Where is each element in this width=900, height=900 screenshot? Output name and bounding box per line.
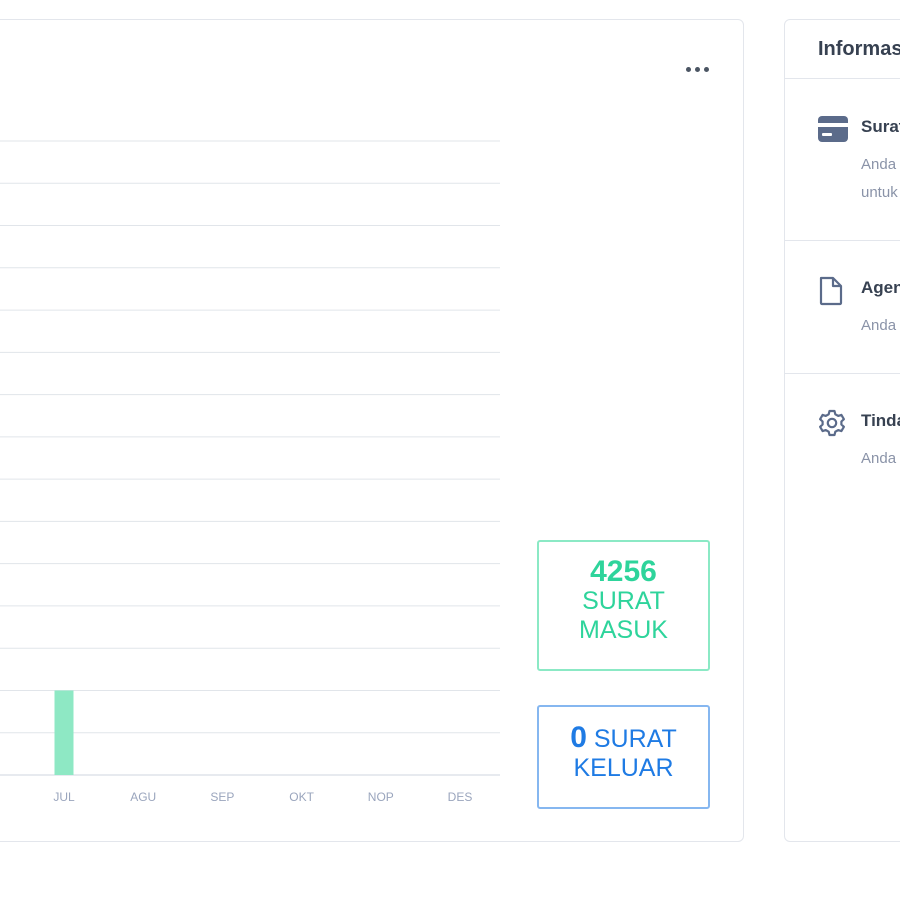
surat-masuk-label-2: MASUK bbox=[579, 616, 668, 644]
info-divider bbox=[785, 373, 900, 374]
stat-surat-masuk: 4256 SURAT MASUK bbox=[537, 540, 710, 671]
surat-keluar-label-1: SURAT bbox=[593, 725, 677, 753]
x-label-agu: AGU bbox=[130, 790, 156, 804]
more-options-icon[interactable] bbox=[685, 60, 711, 78]
surat-keluar-label-2: KELUAR bbox=[573, 754, 674, 782]
surat-masuk-count: 4256 bbox=[590, 555, 657, 588]
info-item-title-surat: Surat bbox=[861, 117, 900, 136]
bar-chart: JUL AGU SEP OKT NOP DES bbox=[0, 140, 500, 804]
chart-bars bbox=[54, 690, 74, 775]
info-divider bbox=[785, 78, 900, 79]
info-divider bbox=[785, 240, 900, 241]
info-card: Informas Surat Anda untuk Agen Anda Tind… bbox=[784, 19, 900, 842]
bar-jul bbox=[54, 690, 74, 775]
surat-keluar-count: 0 bbox=[570, 721, 587, 754]
x-label-des: DES bbox=[448, 790, 473, 804]
file-icon bbox=[819, 276, 843, 306]
x-label-jul: JUL bbox=[53, 790, 75, 804]
info-item-desc-surat-2: untuk bbox=[861, 184, 898, 201]
info-item-desc-agen-1: Anda bbox=[861, 317, 897, 334]
credit-card-icon bbox=[818, 116, 848, 142]
x-label-nop: NOP bbox=[368, 790, 394, 804]
info-item-desc-surat-1: Anda bbox=[861, 156, 897, 173]
stat-surat-keluar: 0 SURAT KELUAR bbox=[537, 705, 710, 809]
gear-icon bbox=[819, 409, 845, 437]
x-label-sep: SEP bbox=[210, 790, 234, 804]
info-item-title-tinda: Tinda bbox=[861, 411, 900, 430]
info-card-title: Informas bbox=[818, 38, 900, 60]
surat-masuk-label-1: SURAT bbox=[582, 587, 665, 615]
chart-x-labels: JUL AGU SEP OKT NOP DES bbox=[53, 790, 472, 804]
chart-grid bbox=[0, 140, 500, 776]
info-item-desc-tinda-1: Anda bbox=[861, 450, 897, 467]
x-label-okt: OKT bbox=[289, 790, 314, 804]
info-item-title-agen: Agen bbox=[861, 278, 900, 297]
